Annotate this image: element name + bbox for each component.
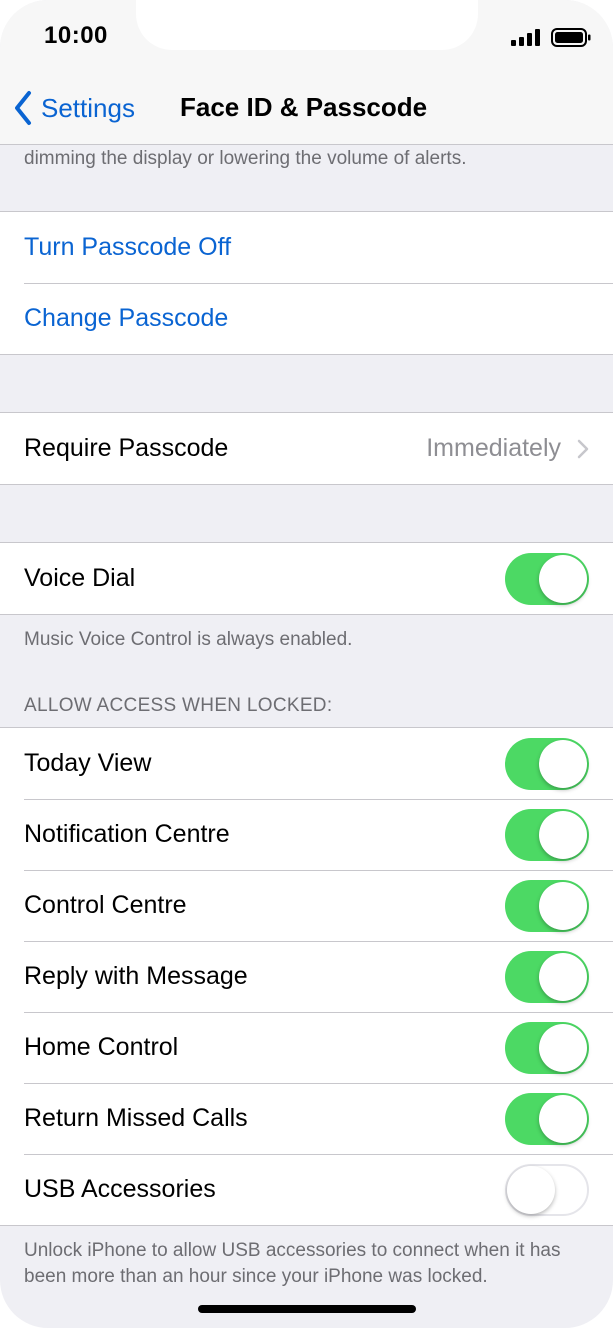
home-indicator[interactable] (198, 1305, 416, 1313)
reply-with-message-row: Reply with Message (0, 941, 613, 1012)
back-label: Settings (41, 92, 135, 123)
control-centre-toggle[interactable] (505, 879, 589, 932)
status-time: 10:00 (44, 22, 108, 49)
passcode-actions-group: Turn Passcode Off Change Passcode (0, 211, 613, 355)
home-control-toggle[interactable] (505, 1021, 589, 1074)
voice-dial-toggle[interactable] (505, 552, 589, 605)
page-title: Face ID & Passcode (180, 92, 428, 122)
notification-centre-label: Notification Centre (24, 820, 230, 848)
return-missed-calls-label: Return Missed Calls (24, 1104, 248, 1132)
notification-centre-toggle[interactable] (505, 808, 589, 861)
battery-icon (551, 28, 591, 47)
voice-dial-footer: Music Voice Control is always enabled. (24, 629, 353, 650)
toggle-knob (539, 554, 587, 603)
settings-list[interactable]: dimming the display or lowering the volu… (0, 145, 613, 1290)
signal-icon (511, 29, 540, 46)
usb-accessories-row: USB Accessories (0, 1154, 613, 1225)
require-passcode-label: Require Passcode (24, 434, 229, 462)
chevron-left-icon (15, 91, 31, 125)
today-view-row: Today View (0, 728, 613, 799)
today-view-toggle[interactable] (505, 737, 589, 790)
toggle-knob (539, 810, 587, 859)
section-header: ALLOW ACCESS WHEN LOCKED: (24, 695, 333, 716)
voice-dial-group: Voice Dial (0, 542, 613, 615)
toggle-knob (539, 739, 587, 788)
return-missed-calls-toggle[interactable] (505, 1092, 589, 1145)
require-passcode-group: Require Passcode Immediately (0, 412, 613, 485)
today-view-label: Today View (24, 749, 152, 777)
control-centre-label: Control Centre (24, 891, 187, 919)
voice-dial-label: Voice Dial (24, 564, 136, 592)
home-control-label: Home Control (24, 1033, 179, 1061)
require-passcode-value: Immediately (426, 434, 561, 462)
turn-passcode-off-label: Turn Passcode Off (24, 233, 232, 261)
turn-passcode-off-button[interactable]: Turn Passcode Off (0, 212, 613, 283)
usb-accessories-label: USB Accessories (24, 1175, 216, 1203)
change-passcode-label: Change Passcode (24, 304, 229, 332)
reply-with-message-toggle[interactable] (505, 950, 589, 1003)
voice-dial-row: Voice Dial (0, 543, 613, 614)
return-missed-calls-row: Return Missed Calls (0, 1083, 613, 1154)
notification-centre-row: Notification Centre (0, 799, 613, 870)
home-control-row: Home Control (0, 1012, 613, 1083)
back-button[interactable]: Settings (12, 88, 135, 128)
phone-screen: 10:00 Settings Face ID & Passcode dimmin… (0, 0, 613, 1328)
change-passcode-button[interactable]: Change Passcode (0, 283, 613, 354)
locked-access-group: Today View Notification Centre Control C… (0, 727, 613, 1226)
toggle-knob (539, 952, 587, 1001)
toggle-knob (539, 1023, 587, 1072)
usb-accessories-footer: Unlock iPhone to allow USB accessories t… (24, 1240, 561, 1287)
navigation-bar: Settings Face ID & Passcode (0, 70, 613, 145)
toggle-knob (539, 881, 587, 930)
require-passcode-row[interactable]: Require Passcode Immediately (0, 413, 613, 484)
toggle-knob (507, 1165, 555, 1214)
notch (136, 0, 478, 50)
reply-with-message-label: Reply with Message (24, 962, 248, 990)
usb-accessories-toggle[interactable] (505, 1163, 589, 1216)
toggle-knob (539, 1094, 587, 1143)
status-bar: 10:00 (0, 0, 613, 70)
section-footer-note: dimming the display or lowering the volu… (24, 148, 467, 169)
chevron-right-icon (577, 439, 589, 459)
control-centre-row: Control Centre (0, 870, 613, 941)
